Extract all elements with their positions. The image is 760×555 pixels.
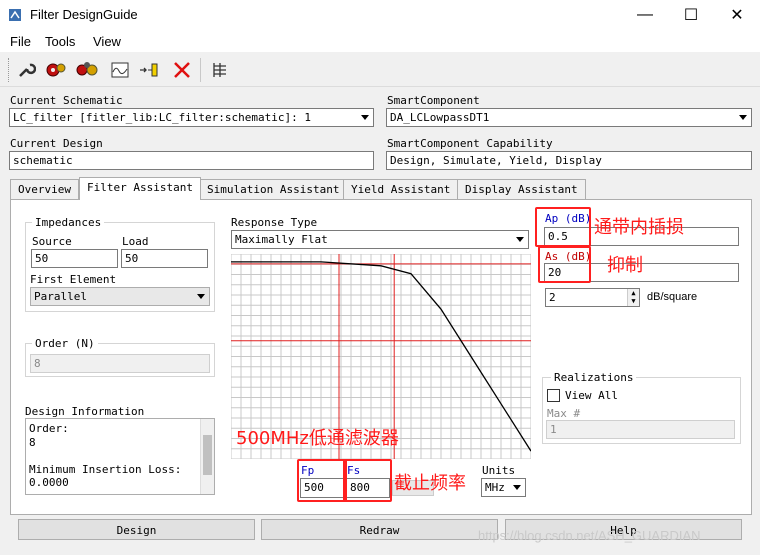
view-all-label: View All: [565, 389, 618, 402]
watermark: https://blog.csdn.net/ASH_GUARDIAN: [478, 528, 701, 543]
chevron-down-icon: [516, 237, 524, 242]
current-schematic-value: LC_filter [fitler_lib:LC_filter:schemati…: [13, 111, 312, 124]
scrollbar-thumb[interactable]: [203, 435, 212, 475]
ap-highlight: [535, 207, 591, 247]
max-label: Max #: [547, 407, 581, 420]
fp-highlight: [297, 459, 347, 502]
minimize-button[interactable]: —: [622, 0, 668, 30]
capability-field: Design, Simulate, Yield, Display: [386, 151, 752, 170]
load-label: Load: [122, 235, 149, 248]
design-info-line: 0.0000: [29, 476, 69, 489]
units-select[interactable]: MHz: [481, 478, 526, 497]
response-type-label: Response Type: [231, 216, 318, 229]
max-field: 1: [546, 420, 735, 439]
order-field: 8: [30, 354, 210, 373]
chevron-down-icon: [361, 115, 369, 120]
delete-icon[interactable]: [170, 58, 194, 82]
design-info-scrollbar[interactable]: [200, 419, 214, 494]
as-highlight: [538, 246, 591, 283]
capability-label: SmartComponent Capability: [387, 137, 553, 150]
units-label: Units: [482, 464, 516, 477]
tab-display-assistant[interactable]: Display Assistant: [457, 179, 586, 199]
layout-grid-icon[interactable]: [208, 58, 232, 82]
app-icon: [9, 9, 21, 21]
suppression-annotation: 抑制: [607, 255, 643, 276]
load-impedance-field[interactable]: 50: [121, 249, 208, 268]
close-button[interactable]: ✕: [714, 0, 760, 30]
cutoff-annotation: 截止频率: [394, 473, 466, 494]
window-title: Filter DesignGuide: [30, 7, 138, 22]
design-info-line: Minimum Insertion Loss:: [29, 462, 182, 476]
impedances-title: Impedances: [32, 216, 105, 229]
current-schematic-select[interactable]: LC_filter [fitler_lib:LC_filter:schemati…: [9, 108, 374, 127]
tab-overview[interactable]: Overview: [10, 179, 79, 199]
lowpass-annotation: 500MHz低通滤波器: [236, 428, 399, 449]
slope-unit: dB/square: [647, 291, 698, 303]
chevron-down-icon: [739, 115, 747, 120]
design-button[interactable]: Design: [18, 519, 255, 540]
toolbar-separator: [200, 58, 201, 82]
current-design-field[interactable]: schematic: [9, 151, 374, 170]
response-type-select[interactable]: Maximally Flat: [231, 230, 529, 249]
maximize-button[interactable]: ☐: [668, 0, 714, 30]
design-info-line: [29, 449, 181, 463]
display-waveform-icon[interactable]: [108, 58, 132, 82]
passband-annotation: 通带内插损: [594, 217, 684, 238]
tab-filter-assistant[interactable]: Filter Assistant: [79, 177, 201, 200]
source-impedance-field[interactable]: 50: [31, 249, 118, 268]
fs-highlight: [343, 459, 392, 502]
smart-component-value: DA_LCLowpassDT1: [390, 111, 490, 124]
view-all-checkbox[interactable]: [547, 389, 560, 402]
toolbar-grip: [8, 58, 10, 82]
first-element-label: First Element: [30, 273, 117, 286]
wrench-icon[interactable]: [14, 58, 38, 82]
design-info-box[interactable]: Order: 8 Minimum Insertion Loss: 0.0000: [25, 418, 215, 495]
menu-view[interactable]: View: [93, 34, 121, 49]
order-title: Order (N): [32, 337, 98, 350]
redraw-button[interactable]: Redraw: [261, 519, 498, 540]
current-design-label: Current Design: [10, 137, 103, 150]
chevron-down-icon: [197, 294, 205, 299]
smart-component-select[interactable]: DA_LCLowpassDT1: [386, 108, 752, 127]
simulate-gear-icon[interactable]: [75, 58, 99, 82]
response-type-value: Maximally Flat: [235, 233, 328, 246]
insert-component-icon[interactable]: [138, 58, 162, 82]
smart-component-label: SmartComponent: [387, 94, 480, 107]
chevron-down-icon: [513, 485, 521, 490]
design-info-line: Order:: [29, 422, 69, 435]
first-element-select[interactable]: Parallel: [30, 287, 210, 306]
tab-yield-assistant[interactable]: Yield Assistant: [343, 179, 459, 199]
design-gear-icon[interactable]: [44, 58, 68, 82]
tab-simulation-assistant[interactable]: Simulation Assistant: [199, 179, 348, 199]
design-info-title: Design Information: [25, 405, 145, 418]
spin-arrows-icon[interactable]: ▲ ▼: [627, 289, 639, 306]
slope-spinbox[interactable]: 2 ▲ ▼: [545, 288, 640, 307]
menu-tools[interactable]: Tools: [45, 34, 75, 49]
source-label: Source: [32, 235, 72, 248]
first-element-value: Parallel: [34, 290, 87, 303]
menu-file[interactable]: File: [10, 34, 31, 49]
units-value: MHz: [485, 481, 505, 494]
realizations-title: Realizations: [551, 371, 637, 384]
slope-value: 2: [549, 291, 556, 304]
design-info-line: 8: [29, 435, 36, 449]
current-schematic-label: Current Schematic: [10, 94, 123, 107]
